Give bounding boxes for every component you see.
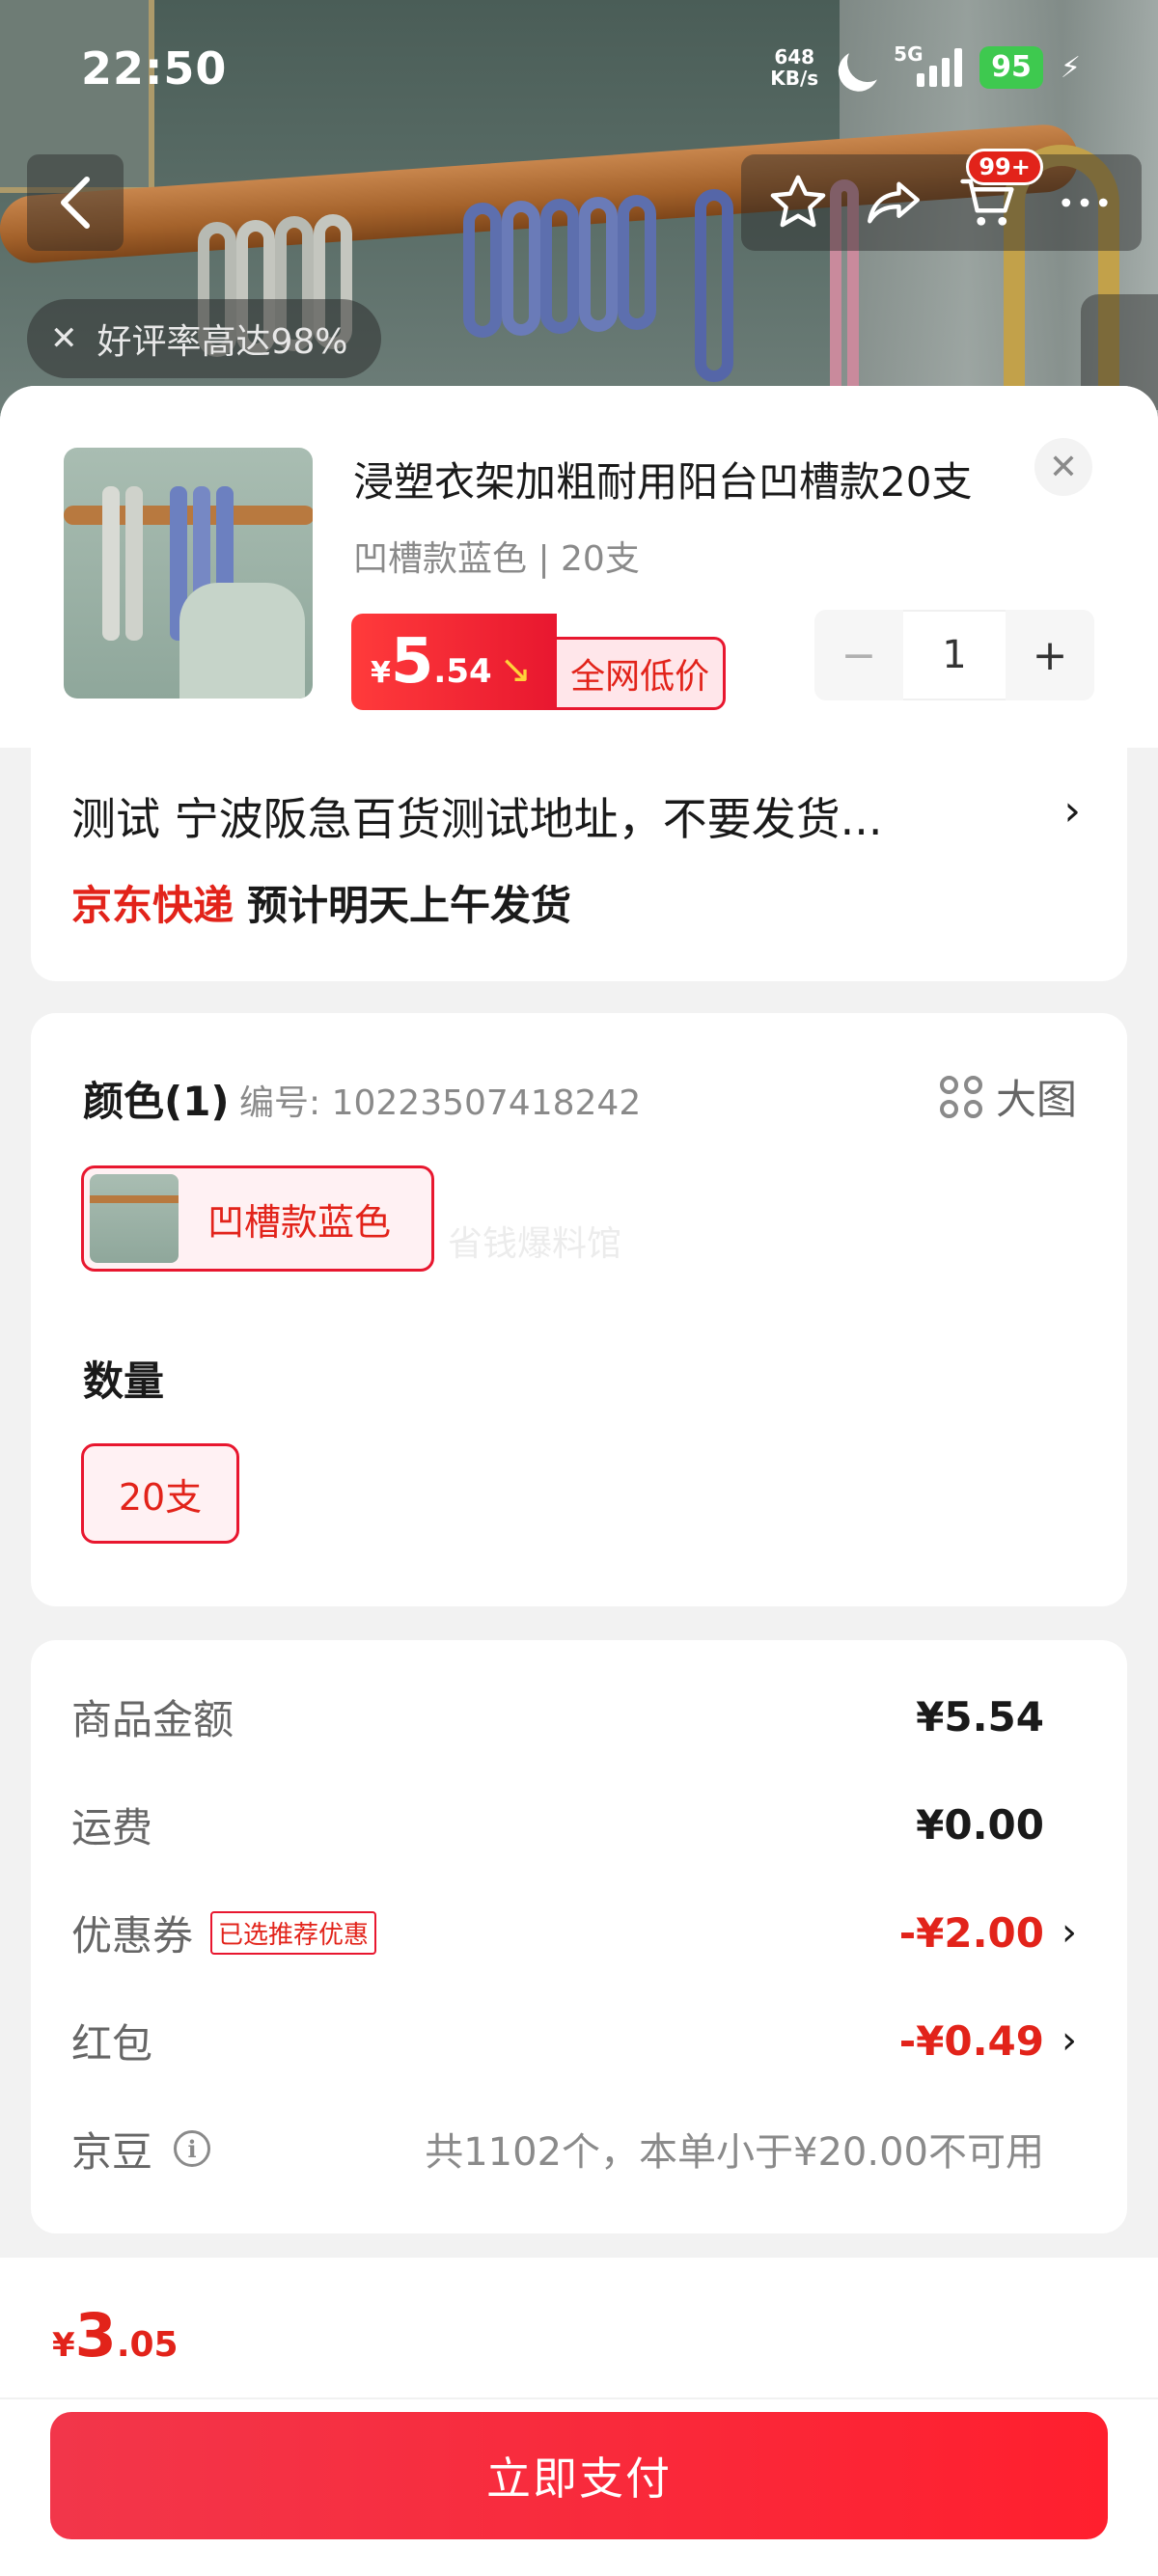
watermark: 省钱爆料馆 [448,1224,622,1264]
coupon-recommended-tag: 已选推荐优惠 [210,1910,377,1955]
footer-divider [0,2398,1158,2399]
shipping-eta: 预计明天上午发货 [247,882,572,929]
price-tag: ¥ 5 .54 ↘ 全网低价 [351,614,727,710]
battery-level: 95 [979,46,1043,89]
increase-quantity-button[interactable]: + [1006,610,1094,700]
rating-chip[interactable]: ✕ 好评率高达98% [27,299,381,378]
chevron-right-icon: › [1063,786,1081,836]
grid-icon [939,1075,982,1118]
price-currency: ¥ [371,656,391,690]
spec-card: 颜色(1) 编号: 10223507418242 大图 凹槽款蓝色 省钱爆料馆 … [31,1013,1127,1606]
red-packet-row[interactable]: 红包 -¥0.49 › [71,2007,1081,2074]
rating-chip-text: 好评率高达98% [96,322,348,362]
quantity-input[interactable]: 1 [903,610,1006,700]
product-thumbnail[interactable] [64,448,313,699]
decrease-quantity-button[interactable]: − [814,610,903,700]
more-dots-icon [1061,198,1108,207]
goods-amount-row: 商品金额 ¥5.54 [71,1683,1081,1750]
cost-breakdown-card: 商品金额 ¥5.54 运费 ¥0.00 优惠券 已选推荐优惠 -¥2.00 › … [31,1640,1127,2233]
goods-amount-label: 商品金额 [71,1695,234,1743]
chevron-left-icon [61,177,90,229]
jd-beans-row: 京豆 i 共1102个，本单小于¥20.00不可用 [71,2115,1081,2182]
close-icon[interactable]: ✕ [50,319,78,358]
shipping-info: 京东快递 预计明天上午发货 [71,873,571,932]
chevron-right-icon: › [1062,1910,1077,1955]
share-icon [868,181,921,224]
color-option-selected[interactable]: 凹槽款蓝色 [81,1165,434,1272]
network-speed-value: 648 [774,45,815,69]
do-not-disturb-moon-icon [841,36,894,88]
total-decimal: .05 [116,2325,179,2365]
lowest-price-label: 全网低价 [557,637,727,710]
shipping-fee-label: 运费 [71,1803,153,1851]
status-indicators: 648 KB/s 5G 95 ⚡ [770,42,1081,93]
favorite-button[interactable] [763,168,833,237]
coupon-row[interactable]: 优惠券 已选推荐优惠 -¥2.00 › [71,1899,1081,1966]
red-packet-value: -¥0.49 [898,2016,1044,2065]
cart-count-badge: 99+ [966,149,1043,185]
more-button[interactable] [1050,168,1119,237]
price-drop-arrow-icon: ↘ [499,647,533,692]
share-button[interactable] [859,168,928,237]
charging-bolt-icon: ⚡ [1060,50,1081,85]
hanger [463,203,502,338]
delivery-address: 测试 宁波阪急百货测试地址，不要发货... [71,793,883,845]
quantity-stepper: − 1 + [814,610,1094,700]
chevron-right-icon: › [1062,2018,1077,2063]
network-type: 5G [894,42,924,66]
product-title: 浸塑衣架加粗耐用阳台凹槽款20支 [353,458,973,506]
quantity-section-title: 数量 [83,1357,165,1405]
network-speed: 648 KB/s [770,46,818,89]
info-icon[interactable]: i [174,2130,211,2167]
close-sheet-button[interactable]: ✕ [1034,438,1092,496]
hanger [618,195,656,330]
nav-actions: 99+ [741,149,1142,251]
cart-button[interactable]: 99+ [954,149,1043,237]
close-icon: ✕ [1048,447,1079,487]
pay-now-button[interactable]: 立即支付 [50,2412,1108,2539]
total-currency: ¥ [52,2326,75,2365]
quantity-option-selected[interactable]: 20支 [81,1443,239,1544]
address-card[interactable]: 测试 宁波阪急百货测试地址，不要发货... › 京东快递 预计明天上午发货 [31,728,1127,981]
status-bar: 22:50 648 KB/s 5G 95 ⚡ [0,0,1158,145]
color-option-thumbnail [90,1174,179,1263]
product-header: 浸塑衣架加粗耐用阳台凹槽款20支 凹槽款蓝色 | 20支 ✕ ¥ 5 .54 ↘… [0,386,1158,748]
big-image-label: 大图 [995,1076,1077,1123]
price-decimal: .54 [433,652,492,691]
total-integer: 3 [74,2300,117,2370]
hanger [540,199,579,334]
red-packet-label: 红包 [71,2019,153,2068]
goods-amount-value: ¥5.54 [916,1692,1044,1740]
purchase-sheet: 浸塑衣架加粗耐用阳台凹槽款20支 凹槽款蓝色 | 20支 ✕ ¥ 5 .54 ↘… [0,386,1158,2576]
jd-beans-label: 京豆 [71,2127,153,2176]
star-icon [771,175,826,228]
sku-number: 编号: 10223507418242 [239,1083,642,1123]
coupon-label: 优惠券 [71,1911,194,1959]
signal-icon: 5G [894,42,963,87]
carrier-name: 京东快递 [71,882,234,929]
price-integer: 5 [390,626,434,698]
jd-beans-note: 共1102个，本单小于¥20.00不可用 [425,2130,1044,2175]
price-value: ¥ 5 .54 ↘ [351,614,558,710]
color-section-title: 颜色(1) [83,1078,230,1125]
hanger [579,197,618,332]
status-time: 22:50 [81,42,228,95]
coupon-discount-value: -¥2.00 [898,1908,1044,1957]
hanger [502,201,540,336]
big-image-button[interactable]: 大图 [939,1067,1077,1126]
shipping-fee-value: ¥0.00 [916,1800,1044,1849]
total-price: ¥ 3 .05 [52,2300,179,2370]
product-selected-spec: 凹槽款蓝色 | 20支 [353,539,640,579]
shipping-fee-row: 运费 ¥0.00 [71,1791,1081,1858]
back-button[interactable] [27,154,124,251]
hanger [695,189,733,382]
network-speed-unit: KB/s [770,67,819,90]
color-option-label: 凹槽款蓝色 [207,1200,392,1244]
checkout-footer: ¥ 3 .05 立即支付 [0,2258,1158,2576]
